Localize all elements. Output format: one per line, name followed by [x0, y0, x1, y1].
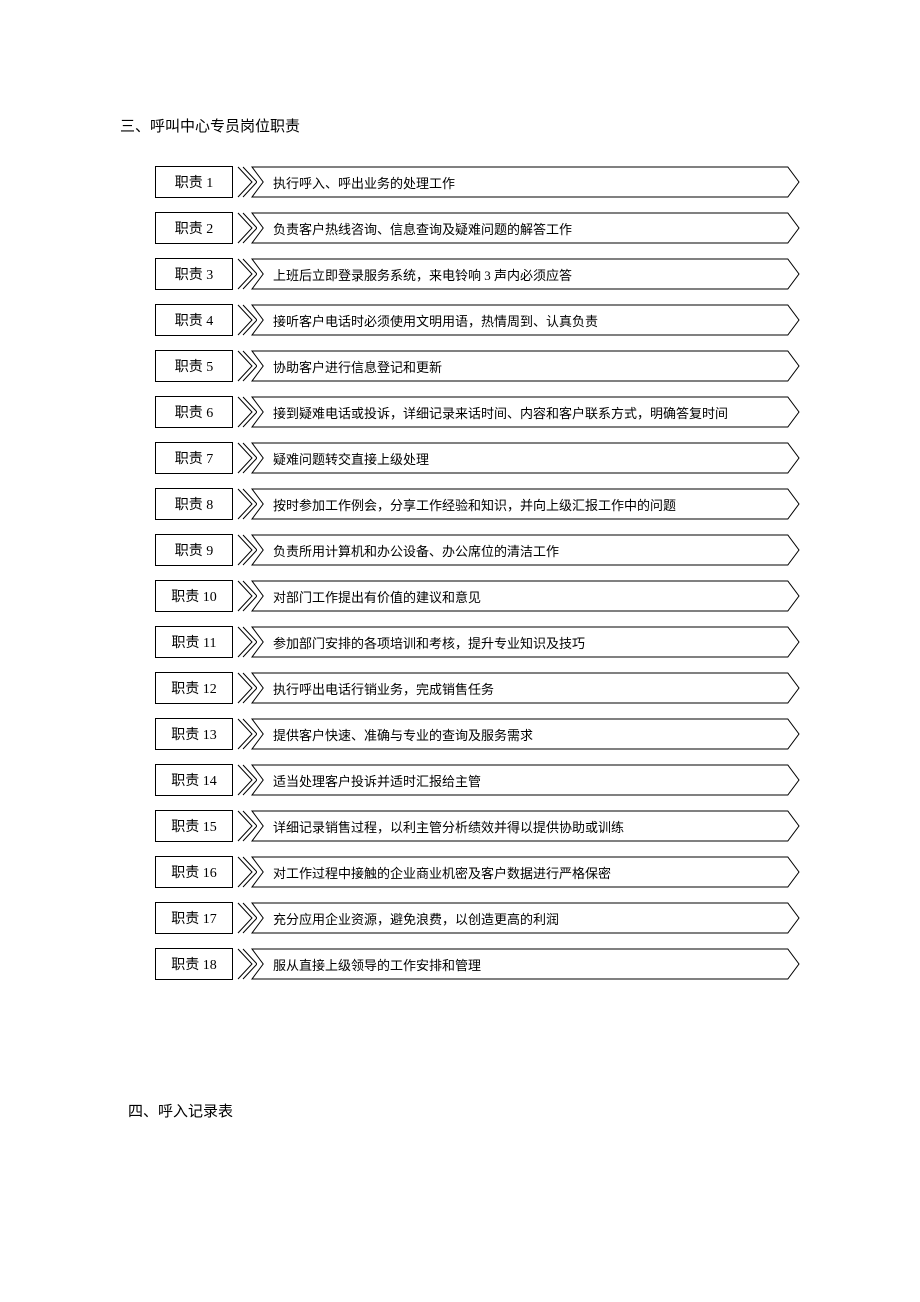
duty-label: 职责 18: [155, 948, 233, 980]
duty-label: 职责 12: [155, 672, 233, 704]
duty-desc: 负责客户热线咨询、信息查询及疑难问题的解答工作: [273, 212, 786, 244]
duty-desc: 接到疑难电话或投诉，详细记录来话时间、内容和客户联系方式，明确答复时间: [273, 396, 786, 428]
duty-row: 职责 2 负责客户热线咨询、信息查询及疑难问题的解答工作: [155, 212, 800, 244]
duty-desc-shape: 负责所用计算机和办公设备、办公席位的清洁工作: [251, 534, 800, 566]
duty-label: 职责 2: [155, 212, 233, 244]
duty-desc-shape: 上班后立即登录服务系统，来电铃响 3 声内必须应答: [251, 258, 800, 290]
duty-row: 职责 4 接听客户电话时必须使用文明用语，热情周到、认真负责: [155, 304, 800, 336]
duty-label: 职责 11: [155, 626, 233, 658]
duty-row: 职责 7 疑难问题转交直接上级处理: [155, 442, 800, 474]
duty-label: 职责 6: [155, 396, 233, 428]
duty-list: 职责 1 执行呼入、呼出业务的处理工作职责 2 负责客户热线咨询、信息查询及疑难问题…: [155, 166, 800, 980]
duty-desc: 提供客户快速、准确与专业的查询及服务需求: [273, 718, 786, 750]
duty-label: 职责 4: [155, 304, 233, 336]
section-title-2: 四、呼入记录表: [128, 1100, 800, 1121]
duty-desc: 协助客户进行信息登记和更新: [273, 350, 786, 382]
duty-desc: 执行呼出电话行销业务，完成销售任务: [273, 672, 786, 704]
duty-label: 职责 1: [155, 166, 233, 198]
duty-desc-shape: 适当处理客户投诉并适时汇报给主管: [251, 764, 800, 796]
duty-desc-shape: 对部门工作提出有价值的建议和意见: [251, 580, 800, 612]
duty-label: 职责 9: [155, 534, 233, 566]
duty-label: 职责 10: [155, 580, 233, 612]
duty-desc-shape: 按时参加工作例会，分享工作经验和知识，并向上级汇报工作中的问题: [251, 488, 800, 520]
duty-desc: 负责所用计算机和办公设备、办公席位的清洁工作: [273, 534, 786, 566]
duty-row: 职责 1 执行呼入、呼出业务的处理工作: [155, 166, 800, 198]
duty-row: 职责 16 对工作过程中接触的企业商业机密及客户数据进行严格保密: [155, 856, 800, 888]
duty-desc-shape: 接听客户电话时必须使用文明用语，热情周到、认真负责: [251, 304, 800, 336]
section-title-1: 三、呼叫中心专员岗位职责: [120, 115, 800, 136]
duty-label: 职责 16: [155, 856, 233, 888]
duty-desc: 对部门工作提出有价值的建议和意见: [273, 580, 786, 612]
duty-desc-shape: 疑难问题转交直接上级处理: [251, 442, 800, 474]
duty-desc-shape: 接到疑难电话或投诉，详细记录来话时间、内容和客户联系方式，明确答复时间: [251, 396, 800, 428]
duty-desc-shape: 提供客户快速、准确与专业的查询及服务需求: [251, 718, 800, 750]
duty-row: 职责 17 充分应用企业资源，避免浪费，以创造更高的利润: [155, 902, 800, 934]
duty-desc: 接听客户电话时必须使用文明用语，热情周到、认真负责: [273, 304, 786, 336]
duty-desc: 按时参加工作例会，分享工作经验和知识，并向上级汇报工作中的问题: [273, 488, 786, 520]
duty-row: 职责 5 协助客户进行信息登记和更新: [155, 350, 800, 382]
duty-row: 职责 6 接到疑难电话或投诉，详细记录来话时间、内容和客户联系方式，明确答复时间: [155, 396, 800, 428]
duty-desc-shape: 执行呼入、呼出业务的处理工作: [251, 166, 800, 198]
duty-desc: 服从直接上级领导的工作安排和管理: [273, 948, 786, 980]
duty-row: 职责 12 执行呼出电话行销业务，完成销售任务: [155, 672, 800, 704]
duty-label: 职责 15: [155, 810, 233, 842]
duty-desc: 对工作过程中接触的企业商业机密及客户数据进行严格保密: [273, 856, 786, 888]
duty-row: 职责 10 对部门工作提出有价值的建议和意见: [155, 580, 800, 612]
duty-desc: 参加部门安排的各项培训和考核，提升专业知识及技巧: [273, 626, 786, 658]
duty-label: 职责 14: [155, 764, 233, 796]
duty-row: 职责 14 适当处理客户投诉并适时汇报给主管: [155, 764, 800, 796]
duty-row: 职责 3 上班后立即登录服务系统，来电铃响 3 声内必须应答: [155, 258, 800, 290]
duty-label: 职责 13: [155, 718, 233, 750]
duty-label: 职责 5: [155, 350, 233, 382]
document-page: 三、呼叫中心专员岗位职责 职责 1 执行呼入、呼出业务的处理工作职责 2 负责客户热…: [0, 0, 920, 1181]
duty-desc-shape: 服从直接上级领导的工作安排和管理: [251, 948, 800, 980]
duty-desc: 上班后立即登录服务系统，来电铃响 3 声内必须应答: [273, 258, 786, 290]
duty-row: 职责 9 负责所用计算机和办公设备、办公席位的清洁工作: [155, 534, 800, 566]
duty-desc-shape: 对工作过程中接触的企业商业机密及客户数据进行严格保密: [251, 856, 800, 888]
duty-label: 职责 8: [155, 488, 233, 520]
duty-row: 职责 18 服从直接上级领导的工作安排和管理: [155, 948, 800, 980]
duty-desc: 疑难问题转交直接上级处理: [273, 442, 786, 474]
duty-desc: 适当处理客户投诉并适时汇报给主管: [273, 764, 786, 796]
duty-label: 职责 7: [155, 442, 233, 474]
duty-row: 职责 15 详细记录销售过程，以利主管分析绩效并得以提供协助或训练: [155, 810, 800, 842]
duty-desc-shape: 负责客户热线咨询、信息查询及疑难问题的解答工作: [251, 212, 800, 244]
duty-desc: 充分应用企业资源，避免浪费，以创造更高的利润: [273, 902, 786, 934]
duty-desc-shape: 协助客户进行信息登记和更新: [251, 350, 800, 382]
duty-desc-shape: 执行呼出电话行销业务，完成销售任务: [251, 672, 800, 704]
duty-desc: 执行呼入、呼出业务的处理工作: [273, 166, 786, 198]
duty-desc-shape: 参加部门安排的各项培训和考核，提升专业知识及技巧: [251, 626, 800, 658]
duty-desc: 详细记录销售过程，以利主管分析绩效并得以提供协助或训练: [273, 810, 786, 842]
duty-label: 职责 3: [155, 258, 233, 290]
duty-label: 职责 17: [155, 902, 233, 934]
duty-row: 职责 8 按时参加工作例会，分享工作经验和知识，并向上级汇报工作中的问题: [155, 488, 800, 520]
duty-desc-shape: 充分应用企业资源，避免浪费，以创造更高的利润: [251, 902, 800, 934]
duty-desc-shape: 详细记录销售过程，以利主管分析绩效并得以提供协助或训练: [251, 810, 800, 842]
duty-row: 职责 11 参加部门安排的各项培训和考核，提升专业知识及技巧: [155, 626, 800, 658]
duty-row: 职责 13 提供客户快速、准确与专业的查询及服务需求: [155, 718, 800, 750]
